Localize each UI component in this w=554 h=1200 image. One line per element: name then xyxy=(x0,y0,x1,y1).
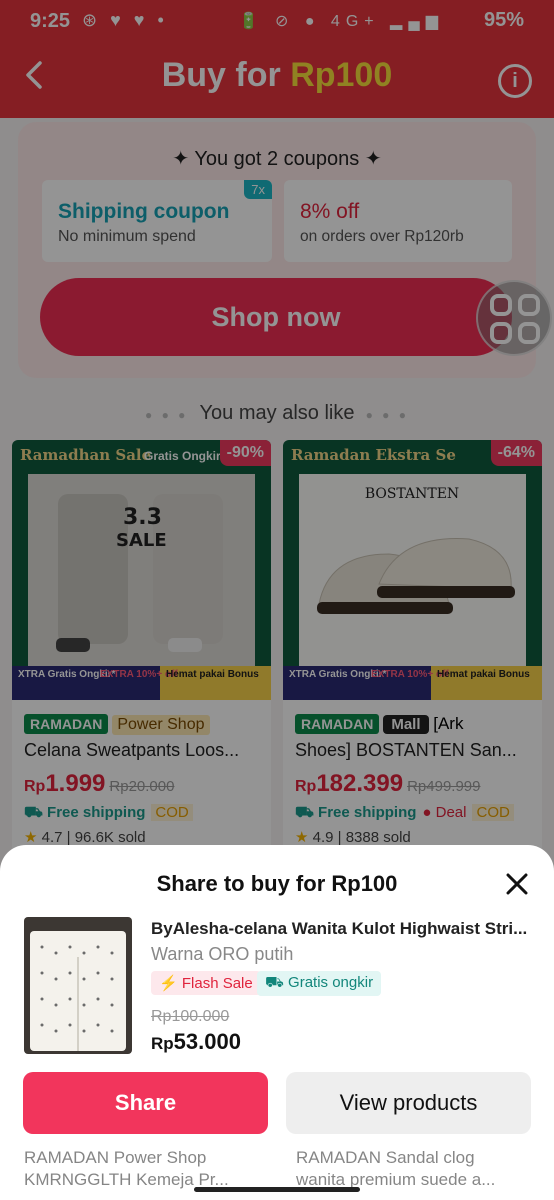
sheet-title: Share to buy for Rp100 xyxy=(156,871,398,896)
product-thumbnail xyxy=(24,917,132,1054)
share-bottom-sheet: Share to buy for Rp100 ByAlesha-celana W… xyxy=(0,845,554,1200)
share-button[interactable]: Share xyxy=(23,1072,268,1134)
sheet-old-price: Rp100.000 xyxy=(151,1008,230,1025)
flash-sale-badge: ⚡ Flash Sale xyxy=(151,971,261,995)
pants-thumbnail-image xyxy=(24,917,132,1054)
home-indicator[interactable] xyxy=(194,1187,360,1192)
gratis-ongkir-badge: ⛟ Gratis ongkir xyxy=(257,971,382,996)
peek-left-tags: RAMADAN Power Shop xyxy=(24,1148,207,1167)
close-icon[interactable] xyxy=(502,869,532,899)
sheet-product-name: ByAlesha-celana Wanita Kulot Highwaist S… xyxy=(151,919,528,938)
lightning-icon: ⚡ xyxy=(159,975,178,992)
price-value: 53.000 xyxy=(173,1029,241,1054)
currency: Rp xyxy=(151,1034,174,1053)
underlying-content-peek: RAMADAN Power Shop KMRNGGLTH Kemeja Pr..… xyxy=(0,1148,554,1200)
sheet-product-variant: Warna ORO putih xyxy=(151,944,294,964)
view-products-button[interactable]: View products xyxy=(286,1072,531,1134)
peek-right-tags: RAMADAN Sandal clog xyxy=(296,1148,475,1167)
sheet-price: Rp53.000 xyxy=(151,1029,241,1055)
truck-icon: ⛟ xyxy=(265,974,284,991)
